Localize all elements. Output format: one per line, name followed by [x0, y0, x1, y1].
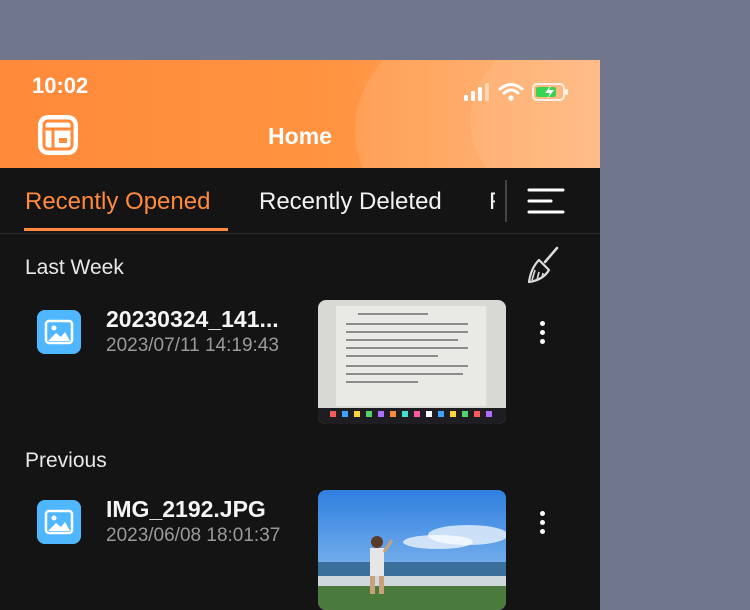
more-options-icon[interactable]	[538, 321, 546, 345]
status-icons	[464, 82, 570, 102]
file-date: 2023/06/08 18:01:37	[106, 525, 281, 546]
image-file-icon	[37, 310, 81, 354]
file-name: 20230324_141...	[106, 306, 279, 332]
status-time: 10:02	[32, 73, 89, 98]
page-title: Home	[268, 123, 332, 149]
image-file-icon	[37, 500, 81, 544]
section-title-previous: Previous	[25, 449, 107, 472]
battery-charging-icon	[532, 83, 568, 101]
file-thumbnail	[318, 300, 506, 424]
file-thumbnail	[318, 490, 506, 610]
app-window: 10:02 Home Recently Opened Recently Dele…	[0, 60, 600, 610]
tab-divider	[505, 180, 507, 222]
tab-bar: Recently Opened Recently Deleted F	[0, 168, 600, 234]
file-date: 2023/07/11 14:19:43	[106, 335, 279, 356]
tab-recently-opened[interactable]: Recently Opened	[25, 188, 210, 216]
active-tab-indicator	[24, 228, 228, 231]
wifi-icon	[498, 83, 524, 101]
broom-clean-icon[interactable]	[525, 246, 561, 284]
more-options-icon[interactable]	[538, 511, 546, 535]
tab-partial[interactable]: F	[489, 188, 495, 216]
file-name: IMG_2192.JPG	[106, 496, 266, 522]
menu-icon[interactable]	[527, 186, 565, 216]
app-header: 10:02 Home	[0, 60, 600, 168]
tab-recently-deleted[interactable]: Recently Deleted	[259, 188, 442, 216]
section-title-last-week: Last Week	[25, 256, 124, 279]
signal-icon	[464, 83, 489, 101]
